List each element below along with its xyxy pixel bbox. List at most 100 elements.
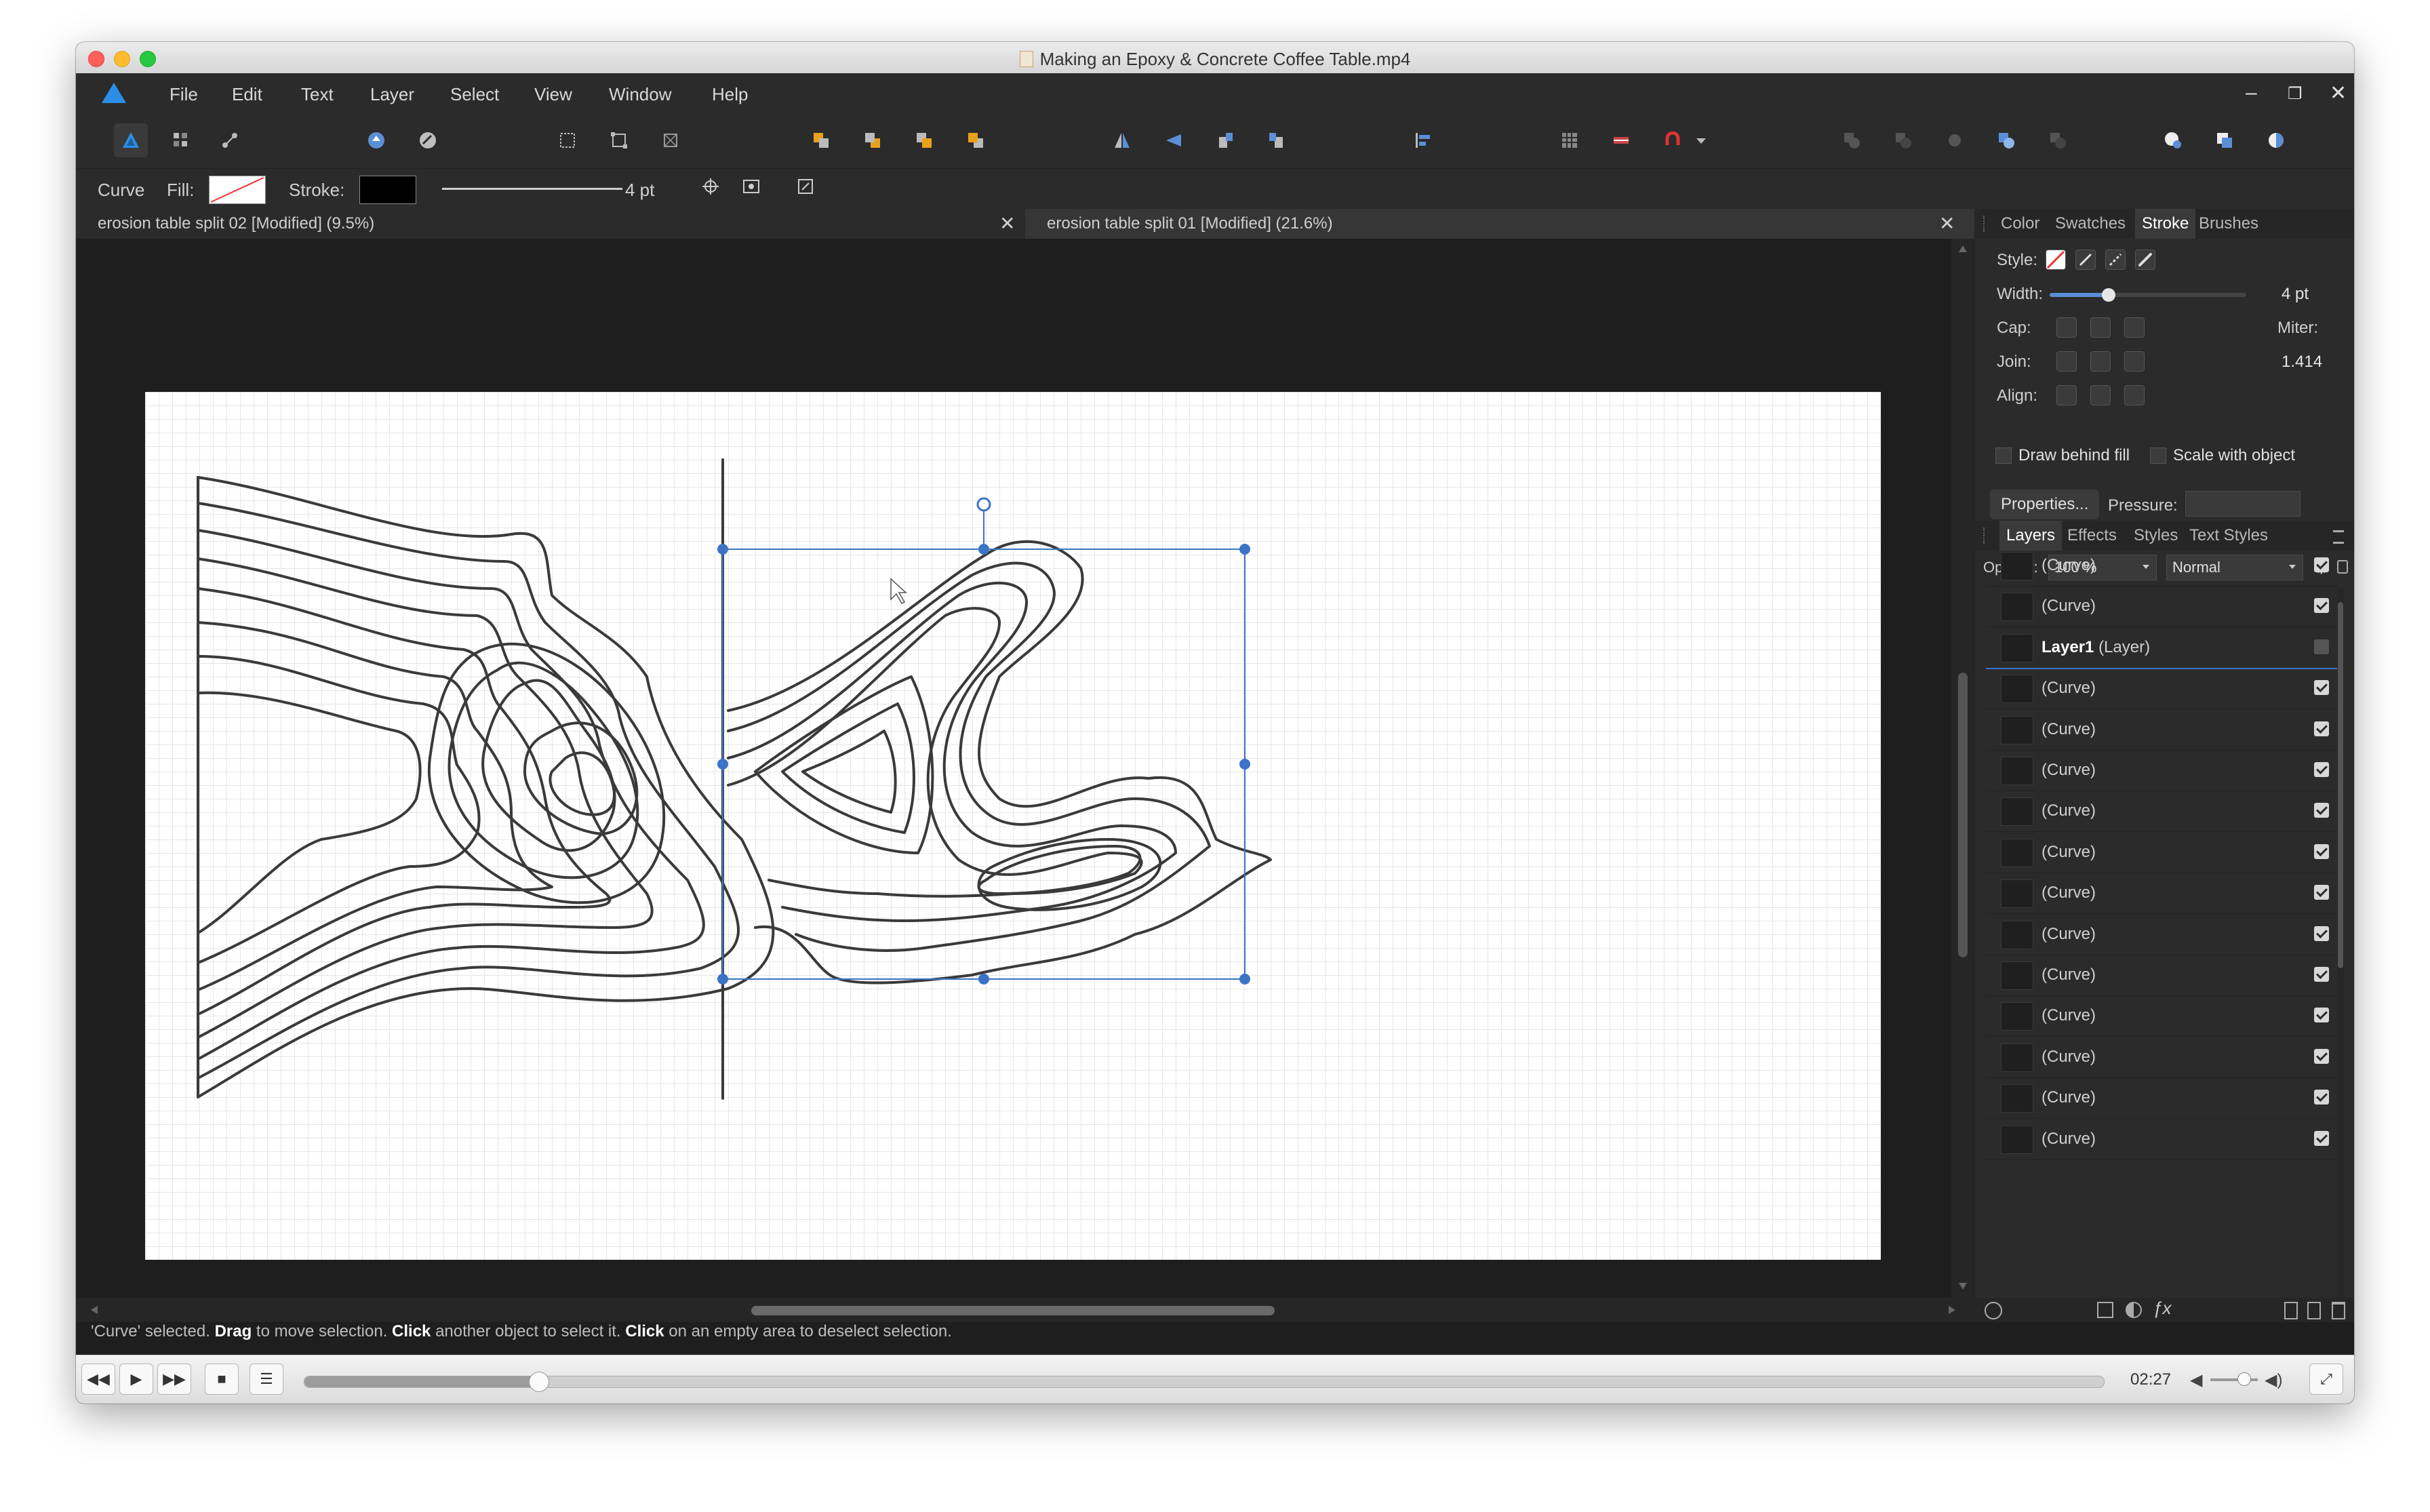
layer-visibility-checkbox[interactable] <box>2314 639 2329 654</box>
layer-visibility-checkbox[interactable] <box>2314 1008 2329 1023</box>
canvas-area[interactable] <box>76 239 1954 1298</box>
layer-row[interactable]: (Curve) <box>1986 873 2338 915</box>
minimize-icon[interactable]: – <box>2246 81 2257 104</box>
draw-behind-fill-checkbox[interactable] <box>1995 447 2012 464</box>
boolean-intersect-icon[interactable] <box>1938 123 1972 157</box>
fill-swatch[interactable] <box>209 176 266 204</box>
layer-visibility-checkbox[interactable] <box>2314 803 2329 818</box>
affinity-designer-logo-icon[interactable] <box>102 83 126 103</box>
snapping-magnet-icon[interactable] <box>411 123 445 157</box>
playback-progress-bar[interactable] <box>304 1372 2105 1392</box>
join-bevel-icon[interactable] <box>2124 351 2145 372</box>
duplicate-layer-icon[interactable] <box>2307 1302 2321 1319</box>
insert-behind-icon[interactable] <box>2208 123 2242 157</box>
menu-view[interactable]: View <box>534 84 572 105</box>
layer-row[interactable]: (Curve) <box>1986 1037 2338 1078</box>
boolean-xor-icon[interactable] <box>1989 123 2023 157</box>
add-layer-icon[interactable] <box>2284 1302 2298 1319</box>
layer-row[interactable]: (Curve) <box>1986 1077 2338 1119</box>
snapping-icon[interactable] <box>1656 123 1690 157</box>
view-icon[interactable] <box>736 172 766 201</box>
tab-brushes[interactable]: Brushes <box>2199 209 2258 239</box>
tab-stroke[interactable]: Stroke <box>2135 209 2196 239</box>
menu-window[interactable]: Window <box>609 84 671 105</box>
play-button[interactable]: ▶ <box>119 1364 153 1395</box>
scroll-left-icon[interactable] <box>91 1306 98 1314</box>
stroke-width-slider[interactable] <box>442 188 622 190</box>
volume-slider-knob[interactable] <box>2237 1372 2251 1386</box>
align-outside-icon[interactable] <box>2124 385 2145 405</box>
join-round-icon[interactable] <box>2090 351 2111 372</box>
layer-visibility-checkbox[interactable] <box>2314 598 2329 614</box>
horizontal-scroll-thumb[interactable] <box>751 1306 1275 1315</box>
layers-scrollbar[interactable] <box>2337 589 2344 1307</box>
cap-round-icon[interactable] <box>2090 317 2111 338</box>
layer-visibility-checkbox[interactable] <box>2314 843 2329 859</box>
snapping-dropdown-icon[interactable] <box>1690 123 1710 157</box>
panel-grip-icon[interactable] <box>1983 528 1987 544</box>
arrange-front-icon[interactable] <box>959 123 993 157</box>
layer-visibility-checkbox[interactable] <box>2314 1048 2329 1064</box>
tab-color[interactable]: Color <box>2001 209 2039 239</box>
scroll-up-icon[interactable] <box>1959 245 1967 252</box>
scroll-down-icon[interactable] <box>1959 1283 1967 1290</box>
adjustment-icon[interactable] <box>2126 1302 2142 1318</box>
volume-slider[interactable] <box>2210 1372 2258 1386</box>
stroke-swatch[interactable] <box>359 176 416 204</box>
tab-document-01[interactable]: erosion table split 01 [Modified] (21.6%… <box>1025 209 1983 239</box>
selection-box-icon[interactable] <box>551 123 584 157</box>
arrange-backward-icon[interactable] <box>856 123 890 157</box>
align-icon[interactable] <box>1406 123 1440 157</box>
boolean-divide-icon[interactable] <box>2041 123 2075 157</box>
vertical-scroll-thumb[interactable] <box>1958 673 1968 957</box>
scroll-right-icon[interactable] <box>1949 1306 1955 1314</box>
snap-bar-icon[interactable] <box>1604 123 1638 157</box>
rewind-button[interactable]: ◀◀ <box>81 1364 115 1395</box>
pressure-curve-field[interactable] <box>2185 491 2300 517</box>
layer-row[interactable]: (Curve) <box>1986 914 2338 955</box>
tab-document-02[interactable]: erosion table split 02 [Modified] (9.5%) <box>76 209 1027 239</box>
width-value[interactable]: 4 pt <box>2282 285 2309 304</box>
join-miter-icon[interactable] <box>2056 351 2077 372</box>
panel-grip-icon[interactable] <box>1983 216 1987 232</box>
layer-visibility-checkbox[interactable] <box>2314 926 2329 941</box>
menu-select[interactable]: Select <box>450 84 499 105</box>
stop-button[interactable]: ■ <box>205 1364 239 1395</box>
arrange-back-icon[interactable] <box>804 123 838 157</box>
layer-visibility-checkbox[interactable] <box>2314 680 2329 696</box>
properties-button[interactable]: Properties... <box>1990 490 2100 519</box>
menu-edit[interactable]: Edit <box>232 84 262 105</box>
width-slider[interactable] <box>2050 288 2246 302</box>
menu-text[interactable]: Text <box>301 84 334 105</box>
layer-row[interactable]: (Curve) <box>1986 995 2338 1037</box>
menu-layer[interactable]: Layer <box>370 84 414 105</box>
horizontal-scrollbar[interactable] <box>76 1298 1974 1322</box>
layer-visibility-checkbox[interactable] <box>2314 1130 2329 1146</box>
stroke-width-value[interactable]: 4 pt <box>625 180 654 201</box>
artboard[interactable] <box>145 392 1881 1260</box>
designer-persona-button[interactable] <box>114 123 148 157</box>
grid-snap-icon[interactable] <box>1553 123 1587 157</box>
layer-visibility-checkbox[interactable] <box>2314 762 2329 777</box>
style-dashed-icon[interactable] <box>2105 250 2126 270</box>
tab-close-icon[interactable]: ✕ <box>1939 209 1955 239</box>
layer-row[interactable]: (Curve) <box>1986 709 2338 751</box>
assistant-icon[interactable] <box>359 123 393 157</box>
trash-icon[interactable] <box>2332 1302 2345 1319</box>
flip-horizontal-icon[interactable] <box>1105 123 1139 157</box>
layer-row[interactable]: (Curve) <box>1986 791 2338 833</box>
layer-row[interactable]: (Curve) <box>1986 545 2338 586</box>
layers-scroll-thumb[interactable] <box>2338 602 2343 968</box>
layer-visibility-checkbox[interactable] <box>2314 1090 2329 1105</box>
layer-stack-icon[interactable] <box>1985 1302 2002 1319</box>
insert-inside-icon[interactable] <box>2156 123 2190 157</box>
layer-row[interactable]: (Curve) <box>1986 1119 2338 1160</box>
menu-file[interactable]: File <box>170 84 198 105</box>
cap-square-icon[interactable] <box>2124 317 2145 338</box>
boolean-subtract-icon[interactable] <box>1886 123 1920 157</box>
crosshair-icon[interactable] <box>696 172 725 201</box>
fullscreen-button[interactable]: ⤢ <box>2309 1364 2343 1395</box>
layer-row[interactable]: (Curve) <box>1986 750 2338 791</box>
rotate-left-icon[interactable] <box>1208 123 1242 157</box>
pixel-persona-button[interactable] <box>164 123 198 157</box>
